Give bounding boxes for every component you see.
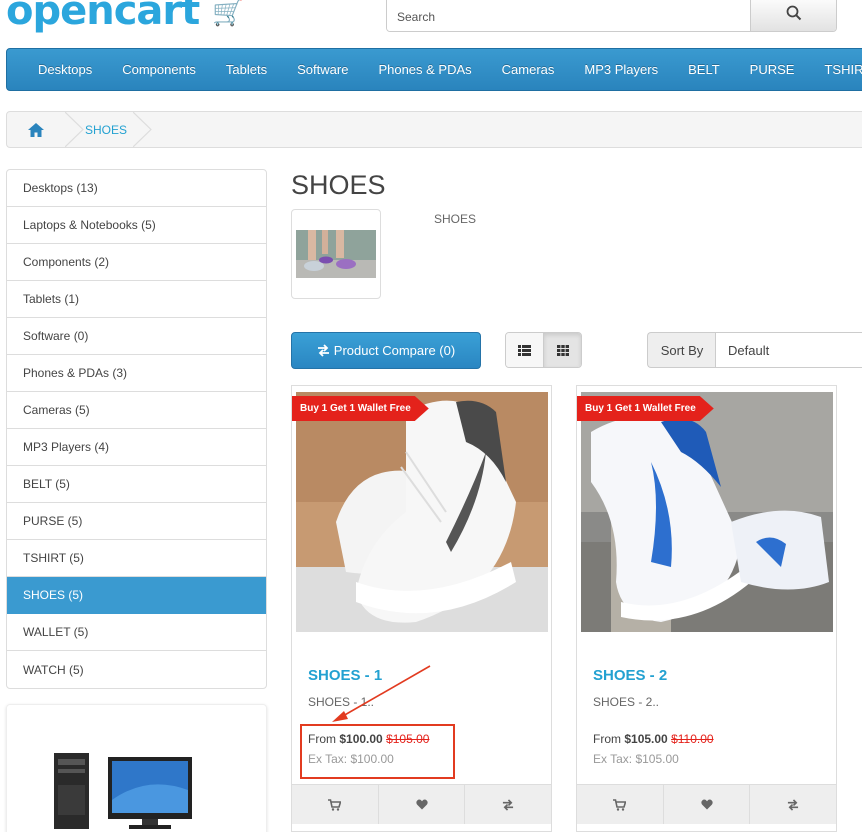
breadcrumb-home[interactable] (7, 112, 65, 147)
category-thumbnail (291, 209, 381, 299)
logo[interactable]: opencart 🛒 (6, 0, 245, 34)
menu-item-tablets[interactable]: Tablets (211, 62, 282, 77)
search-icon (786, 5, 801, 21)
promo-badge: Buy 1 Get 1 Wallet Free (577, 396, 714, 421)
product-price: From $105.00 $110.00 (593, 732, 714, 746)
exchange-icon (317, 344, 329, 357)
price-from-label: From (593, 732, 621, 746)
category-mp3[interactable]: MP3 Players (4) (7, 429, 266, 466)
list-view-button[interactable] (506, 333, 543, 367)
shoes-category-image (296, 230, 376, 278)
annotation-arrow (332, 665, 431, 722)
product-name-link[interactable]: SHOES - 2 (593, 667, 667, 684)
cart-icon (328, 798, 342, 811)
page-title: SHOES (291, 170, 386, 200)
add-to-cart-button[interactable] (577, 785, 664, 824)
breadcrumb-separator (65, 112, 84, 147)
category-description: SHOES (434, 212, 477, 226)
menu-item-software[interactable]: Software (282, 62, 363, 77)
category-tshirt[interactable]: TSHIRT (5) (7, 540, 266, 577)
cart-logo-icon: 🛒 (212, 0, 244, 28)
menu-item-desktops[interactable]: Desktops (23, 62, 107, 77)
category-watch[interactable]: WATCH (5) (7, 651, 266, 688)
category-tablets[interactable]: Tablets (1) (7, 281, 266, 318)
product-actions (292, 784, 551, 824)
search-input[interactable] (387, 0, 750, 31)
price-ex-tax: Ex Tax: $105.00 (593, 752, 679, 766)
menu-item-mp3[interactable]: MP3 Players (569, 62, 673, 77)
category-shoes[interactable]: SHOES (5) (7, 577, 266, 614)
top-menu: Desktops Components Tablets Software Pho… (6, 48, 862, 91)
exchange-icon (788, 798, 799, 811)
grid-icon (556, 344, 569, 356)
exchange-icon (503, 798, 514, 811)
product-description: SHOES - 2.. (593, 695, 660, 709)
menu-item-phones[interactable]: Phones & PDAs (363, 62, 486, 77)
product-compare-button[interactable]: Product Compare (0) (291, 332, 481, 369)
desktop-computer-image (54, 753, 192, 829)
search-button[interactable] (750, 0, 836, 31)
add-to-cart-button[interactable] (292, 785, 379, 824)
category-cameras[interactable]: Cameras (5) (7, 392, 266, 429)
white-sneaker-image (296, 392, 548, 632)
compare-product-button[interactable] (750, 785, 836, 824)
product-actions (577, 784, 836, 824)
category-software[interactable]: Software (0) (7, 318, 266, 355)
menu-item-purse[interactable]: PURSE (735, 62, 810, 77)
category-list: Desktops (13) Laptops & Notebooks (5) Co… (6, 169, 267, 689)
category-laptops[interactable]: Laptops & Notebooks (5) (7, 207, 266, 244)
product-image-link[interactable] (296, 392, 548, 632)
category-components[interactable]: Components (2) (7, 244, 266, 281)
list-icon (518, 344, 531, 356)
add-to-wishlist-button[interactable] (664, 785, 751, 824)
view-toggle (505, 332, 582, 368)
grid-view-button[interactable] (543, 333, 581, 367)
breadcrumb-separator-end (133, 112, 152, 147)
page: opencart 🛒 Desktops Components Tablets S… (0, 0, 862, 832)
category-wallet[interactable]: WALLET (5) (7, 614, 266, 651)
search-bar (386, 0, 837, 32)
blue-sneaker-image (581, 392, 833, 632)
logo-text: opencart (6, 0, 200, 34)
compare-product-button[interactable] (465, 785, 551, 824)
sort-by-label: Sort By (647, 332, 716, 368)
sort-select[interactable]: Default (715, 332, 862, 368)
home-icon (28, 122, 44, 137)
heart-icon (700, 799, 713, 810)
promo-badge: Buy 1 Get 1 Wallet Free (292, 396, 429, 421)
add-to-wishlist-button[interactable] (379, 785, 466, 824)
price-new: $105.00 (624, 732, 668, 746)
menu-item-components[interactable]: Components (107, 62, 211, 77)
price-old: $110.00 (671, 732, 714, 746)
compare-label: Product Compare (0) (333, 343, 456, 358)
menu-item-belt[interactable]: BELT (673, 62, 735, 77)
price-highlight-box (300, 724, 455, 779)
product-image-link[interactable] (581, 392, 833, 632)
category-belt[interactable]: BELT (5) (7, 466, 266, 503)
cart-icon (613, 798, 627, 811)
product-card: Buy 1 Get 1 Wallet Free SHOES - 2 SHOES … (576, 385, 837, 832)
breadcrumb-current[interactable]: SHOES (85, 123, 133, 137)
category-desktops[interactable]: Desktops (13) (7, 170, 266, 207)
category-purse[interactable]: PURSE (5) (7, 503, 266, 540)
desktop-banner[interactable] (6, 704, 267, 832)
menu-item-cameras[interactable]: Cameras (487, 62, 570, 77)
category-phones[interactable]: Phones & PDAs (3) (7, 355, 266, 392)
heart-icon (415, 799, 428, 810)
menu-item-tshirt[interactable]: TSHIRT (809, 62, 862, 77)
breadcrumb: SHOES (6, 111, 862, 148)
